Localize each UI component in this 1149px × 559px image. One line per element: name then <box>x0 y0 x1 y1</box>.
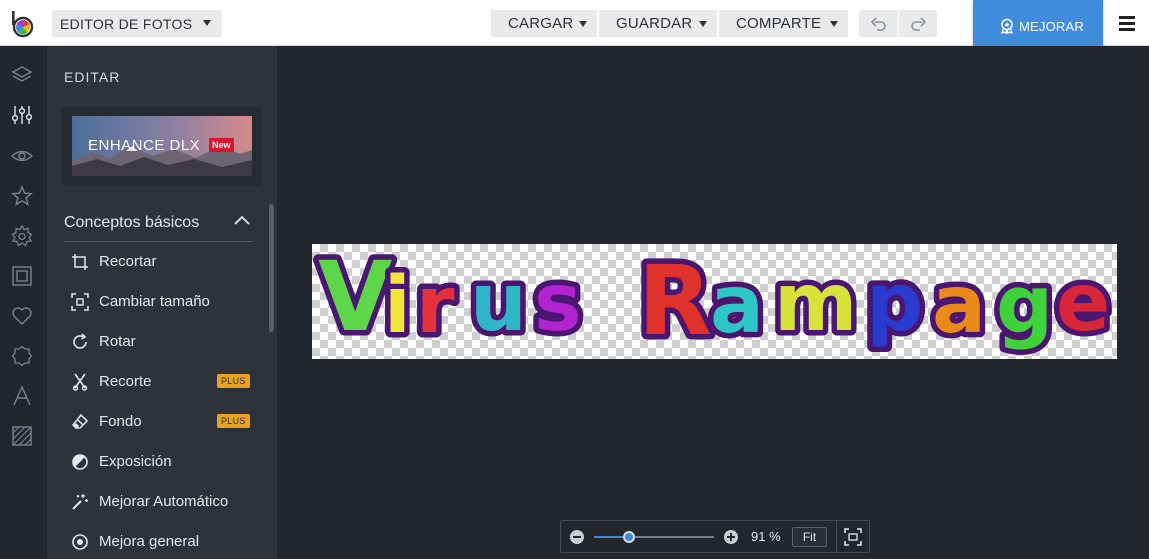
tool-recortar[interactable]: Recortar <box>64 250 254 274</box>
badge-icon[interactable] <box>11 345 33 367</box>
new-badge: New <box>209 138 234 152</box>
tool-label: Mejorar Automático <box>99 493 229 510</box>
panel-scrollbar[interactable] <box>269 204 274 332</box>
comparte-menu[interactable]: COMPARTE <box>719 10 848 37</box>
cargar-label: CARGAR <box>508 15 574 32</box>
svg-text:e: e <box>1056 256 1110 349</box>
tool-label: Fondo <box>99 413 142 430</box>
gear-icon[interactable] <box>11 225 33 247</box>
tool-mejora-general[interactable]: Mejora general <box>64 530 254 554</box>
eye-icon[interactable] <box>11 145 33 167</box>
tool-exposicion[interactable]: Exposición <box>64 450 254 474</box>
plus-badge: PLUS <box>217 414 250 428</box>
hamburger-menu-icon[interactable] <box>1119 16 1135 31</box>
divider <box>898 10 899 37</box>
svg-text:s: s <box>534 256 582 349</box>
zoom-out-icon[interactable] <box>570 530 584 544</box>
svg-text:r: r <box>416 261 455 351</box>
svg-text:a: a <box>710 258 764 351</box>
tool-rotar[interactable]: Rotar <box>64 330 254 354</box>
rotate-icon <box>73 333 87 349</box>
enhance-dlx-title: ENHANCE DLX <box>88 137 201 154</box>
enhance-dlx-promo[interactable]: ENHANCE DLX New <box>62 107 262 186</box>
tool-fondo[interactable]: Fondo PLUS <box>64 410 254 434</box>
panel-title: EDITAR <box>64 69 121 85</box>
svg-text:V: V <box>318 244 392 353</box>
zoom-bar: 91 % Fit <box>560 520 870 553</box>
magic-wand-icon <box>72 494 88 510</box>
edit-panel: EDITAR ENHANCE DLX New Conceptos básicos… <box>47 46 277 559</box>
caret-down-icon <box>699 21 707 27</box>
layers-icon[interactable] <box>11 64 33 86</box>
editor-menu-dropdown[interactable]: EDITOR DE FOTOS <box>52 10 222 37</box>
caret-down-icon <box>579 21 587 27</box>
tool-label: Mejora general <box>99 533 200 550</box>
undo-redo-group <box>859 10 937 37</box>
guardar-label: GUARDAR <box>616 15 693 32</box>
undo-icon[interactable] <box>870 15 888 33</box>
caret-down-icon <box>830 21 838 27</box>
zoom-slider-thumb[interactable] <box>622 531 635 543</box>
tool-label: Exposición <box>99 453 172 470</box>
tool-label: Recorte <box>99 373 152 390</box>
canvas-area[interactable]: V i r u s R a m p a g e 91 % Fit <box>277 46 1149 559</box>
award-icon <box>1001 18 1013 34</box>
section-title: Conceptos básicos <box>64 214 200 231</box>
eraser-icon <box>71 413 89 429</box>
crop-icon <box>72 254 88 270</box>
edited-image[interactable]: V i r u s R a m p a g e <box>312 244 1117 359</box>
befunky-logo-icon[interactable] <box>10 10 36 38</box>
svg-text:g: g <box>996 258 1053 351</box>
tool-recorte[interactable]: Recorte PLUS <box>64 370 254 394</box>
exposure-icon <box>72 454 88 470</box>
fullscreen-icon[interactable] <box>844 528 862 546</box>
svg-text:a: a <box>932 258 986 351</box>
zoom-slider[interactable] <box>594 531 714 543</box>
redo-icon[interactable] <box>909 15 927 33</box>
cargar-menu[interactable]: CARGAR <box>491 10 597 37</box>
upgrade-label: MEJORAR <box>1019 18 1084 34</box>
tool-mejorar-automatico[interactable]: Mejorar Automático <box>64 490 254 514</box>
zoom-value: 91 % <box>751 529 781 544</box>
cutout-icon <box>72 373 88 391</box>
fit-button[interactable]: Fit <box>792 527 827 547</box>
resize-icon <box>71 293 89 311</box>
enhance-dlx-banner: ENHANCE DLX New <box>72 116 252 176</box>
svg-text:R: R <box>638 245 712 357</box>
editor-menu-label: EDITOR DE FOTOS <box>60 15 193 32</box>
zoom-in-icon[interactable] <box>724 530 738 544</box>
star-icon[interactable] <box>11 185 33 207</box>
upgrade-button[interactable]: MEJORAR <box>973 0 1103 52</box>
tool-rail <box>0 46 47 559</box>
svg-text:p: p <box>866 256 923 349</box>
divider <box>836 521 837 552</box>
svg-text:m: m <box>774 256 857 349</box>
tool-cambiar-tamano[interactable]: Cambiar tamaño <box>64 290 254 314</box>
adjustments-icon[interactable] <box>11 104 33 126</box>
frame-icon[interactable] <box>11 265 33 287</box>
top-bar: EDITOR DE FOTOS CARGAR GUARDAR COMPARTE … <box>0 0 1149 52</box>
svg-text:i: i <box>384 261 411 351</box>
tool-label: Recortar <box>99 253 157 270</box>
section-basics-header[interactable]: Conceptos básicos <box>64 212 252 242</box>
text-icon[interactable] <box>11 385 33 407</box>
tool-label: Cambiar tamaño <box>99 293 210 310</box>
comparte-label: COMPARTE <box>736 15 822 32</box>
guardar-menu[interactable]: GUARDAR <box>599 10 717 37</box>
heart-icon[interactable] <box>11 305 33 327</box>
caret-down-icon <box>203 20 211 26</box>
texture-icon[interactable] <box>11 425 33 447</box>
target-icon <box>72 534 88 550</box>
tool-label: Rotar <box>99 333 136 350</box>
plus-badge: PLUS <box>217 374 250 388</box>
svg-text:u: u <box>470 256 527 349</box>
virus-rampage-artwork: V i r u s R a m p a g e <box>313 244 1116 359</box>
chevron-up-icon[interactable] <box>234 214 250 226</box>
